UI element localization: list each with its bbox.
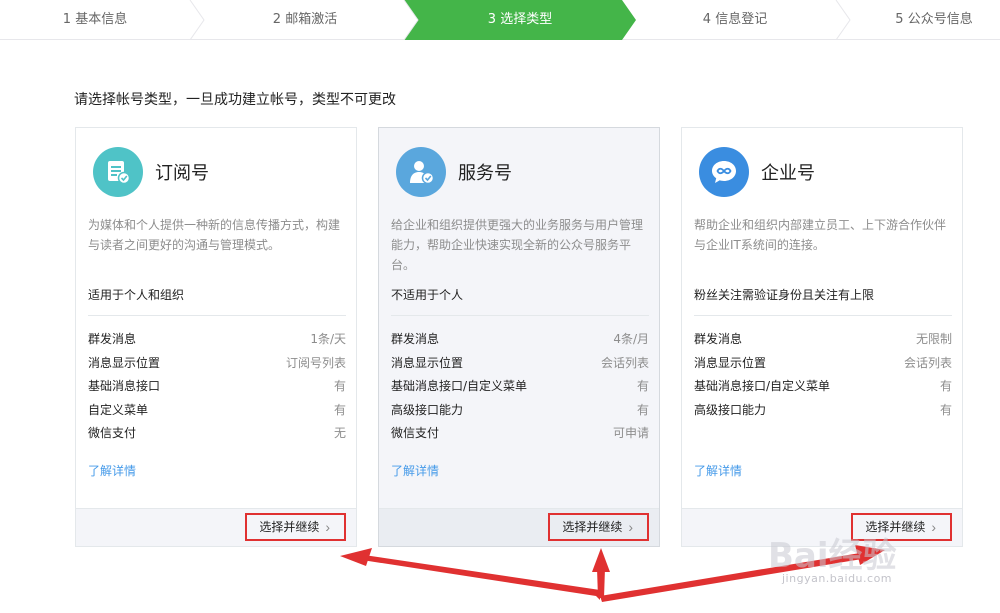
enterprise-icon — [699, 147, 749, 197]
chevron-right-icon: › — [628, 519, 633, 535]
card-description: 给企业和组织提供更强大的业务服务与用户管理能力，帮助企业快速实现全新的公众号服务… — [391, 218, 644, 272]
feature-name: 群发消息 — [88, 332, 137, 346]
feature-list: 群发消息 4条/月 消息显示位置 会话列表 基础消息接口/自定义菜单有 高级接口能力… — [391, 328, 649, 446]
card-suitability: 适用于个人和组织 — [88, 286, 346, 316]
feature-row: 微信支付 无 — [88, 422, 346, 446]
feature-value: 会话列表 — [600, 355, 649, 370]
feature-row: 基础消息接口/自定义菜单 有 — [694, 375, 952, 399]
feature-row: 消息显示位置 会话列表 — [694, 352, 952, 376]
feature-value: 1条/天 — [310, 332, 346, 346]
feature-value: 订阅号列表 — [285, 355, 346, 370]
feature-value: 有 — [636, 379, 649, 393]
card-title: 企业号 — [761, 163, 815, 184]
account-type-card-subscription: 订阅号 为媒体和个人提供一种新的信息传播方式，构建与读者之间更好的沟通与管理模式… — [75, 127, 357, 547]
feature-row: 群发消息 4条/月 — [391, 328, 649, 352]
feature-row: 基础消息接口/自定义菜单 有 — [391, 375, 649, 399]
select-continue-label: 选择并继续 — [562, 520, 623, 534]
feature-row: 消息显示位置 会话列表 — [391, 352, 649, 376]
card-description: 帮助企业和组织内部建立员工、上下游合作伙伴与企业IT系统间的连接。 — [694, 218, 947, 252]
learn-more-link[interactable]: 了解详情 — [88, 462, 136, 479]
feature-name: 消息显示位置 — [88, 355, 161, 370]
arrow-head-center — [592, 548, 610, 572]
service-icon — [396, 147, 446, 197]
learn-more-link[interactable]: 了解详情 — [391, 462, 439, 479]
feature-name: 高级接口能力 — [694, 402, 767, 417]
feature-name: 微信支付 — [391, 426, 440, 440]
step-3-active: 3 选择类型 — [487, 12, 553, 27]
card-title: 订阅号 — [155, 163, 209, 184]
step-5: 5 公众号信息 — [895, 12, 973, 27]
arrow-head-left — [340, 548, 372, 566]
card-footer: 选择并继续 › — [379, 508, 659, 546]
step-1: 1 基本信息 — [62, 12, 128, 27]
feature-value: 可申请 — [612, 426, 649, 440]
feature-list: 群发消息 1条/天 消息显示位置 订阅号列表 基础消息接口有 自定义菜单有 微信支付… — [88, 328, 346, 446]
arrow-to-center-button — [597, 568, 605, 598]
feature-name: 高级接口能力 — [391, 402, 464, 417]
type-instruction: 请选择帐号类型，一旦成功建立帐号，类型不可更改 — [74, 92, 396, 108]
step-4: 4 信息登记 — [702, 12, 768, 27]
account-type-card-enterprise: 企业号 帮助企业和组织内部建立员工、上下游合作伙伴与企业IT系统间的连接。 粉丝… — [681, 127, 963, 547]
step-progress-bar: 1 基本信息 2 邮箱激活 3 选择类型 4 信息登记 5 公众号信息 — [0, 0, 1000, 40]
card-header: 企业号 — [699, 147, 815, 197]
select-continue-label: 选择并继续 — [259, 520, 320, 534]
feature-value: 有 — [939, 379, 952, 393]
feature-value: 4条/月 — [613, 332, 649, 346]
select-continue-button[interactable]: 选择并继续 › — [245, 513, 346, 541]
feature-name: 基础消息接口 — [88, 379, 161, 393]
feature-name: 群发消息 — [391, 332, 440, 346]
feature-row: 消息显示位置 订阅号列表 — [88, 352, 346, 376]
card-suitability: 粉丝关注需验证身份且关注有上限 — [694, 286, 952, 316]
card-suitability: 不适用于个人 — [391, 286, 649, 316]
chevron-right-icon: › — [325, 519, 330, 535]
step-2: 2 邮箱激活 — [272, 12, 338, 27]
feature-value: 有 — [333, 379, 346, 393]
feature-name: 微信支付 — [88, 426, 137, 440]
feature-row: 高级接口能力 有 — [391, 399, 649, 423]
feature-name: 消息显示位置 — [391, 355, 464, 370]
feature-name: 消息显示位置 — [694, 355, 767, 370]
card-description: 为媒体和个人提供一种新的信息传播方式，构建与读者之间更好的沟通与管理模式。 — [88, 218, 341, 252]
learn-more-link[interactable]: 了解详情 — [694, 462, 742, 479]
feature-value: 有 — [636, 402, 649, 417]
feature-name: 基础消息接口/自定义菜单 — [391, 379, 528, 393]
feature-value: 无限制 — [915, 332, 952, 346]
baidu-jingyan-watermark: Bai经验 jingyan.baidu.com — [760, 520, 960, 590]
account-type-card-service: 服务号 给企业和组织提供更强大的业务服务与用户管理能力，帮助企业快速实现全新的公… — [378, 127, 660, 547]
feature-list: 群发消息 无限制 消息显示位置 会话列表 基础消息接口/自定义菜单有 高级接口能力有 — [694, 328, 952, 422]
feature-row: 自定义菜单 有 — [88, 399, 346, 423]
feature-row: 群发消息 1条/天 — [88, 328, 346, 352]
feature-name: 基础消息接口/自定义菜单 — [694, 379, 831, 393]
subscription-icon — [93, 147, 143, 197]
watermark-sub: jingyan.baidu.com — [782, 572, 893, 585]
watermark-main: Bai经验 — [768, 536, 897, 576]
feature-row: 高级接口能力 有 — [694, 399, 952, 423]
feature-name: 自定义菜单 — [88, 402, 149, 417]
feature-value: 无 — [333, 426, 346, 440]
arrow-to-left-button — [362, 555, 600, 600]
feature-row: 基础消息接口 有 — [88, 375, 346, 399]
card-title: 服务号 — [458, 163, 512, 184]
feature-value: 会话列表 — [903, 355, 952, 370]
feature-row: 微信支付 可申请 — [391, 422, 649, 446]
feature-row: 群发消息 无限制 — [694, 328, 952, 352]
card-header: 订阅号 — [93, 147, 209, 197]
card-footer: 选择并继续 › — [76, 508, 356, 546]
select-continue-button[interactable]: 选择并继续 › — [548, 513, 649, 541]
feature-name: 群发消息 — [694, 332, 743, 346]
card-header: 服务号 — [396, 147, 512, 197]
feature-value: 有 — [939, 402, 952, 417]
feature-value: 有 — [333, 402, 346, 417]
